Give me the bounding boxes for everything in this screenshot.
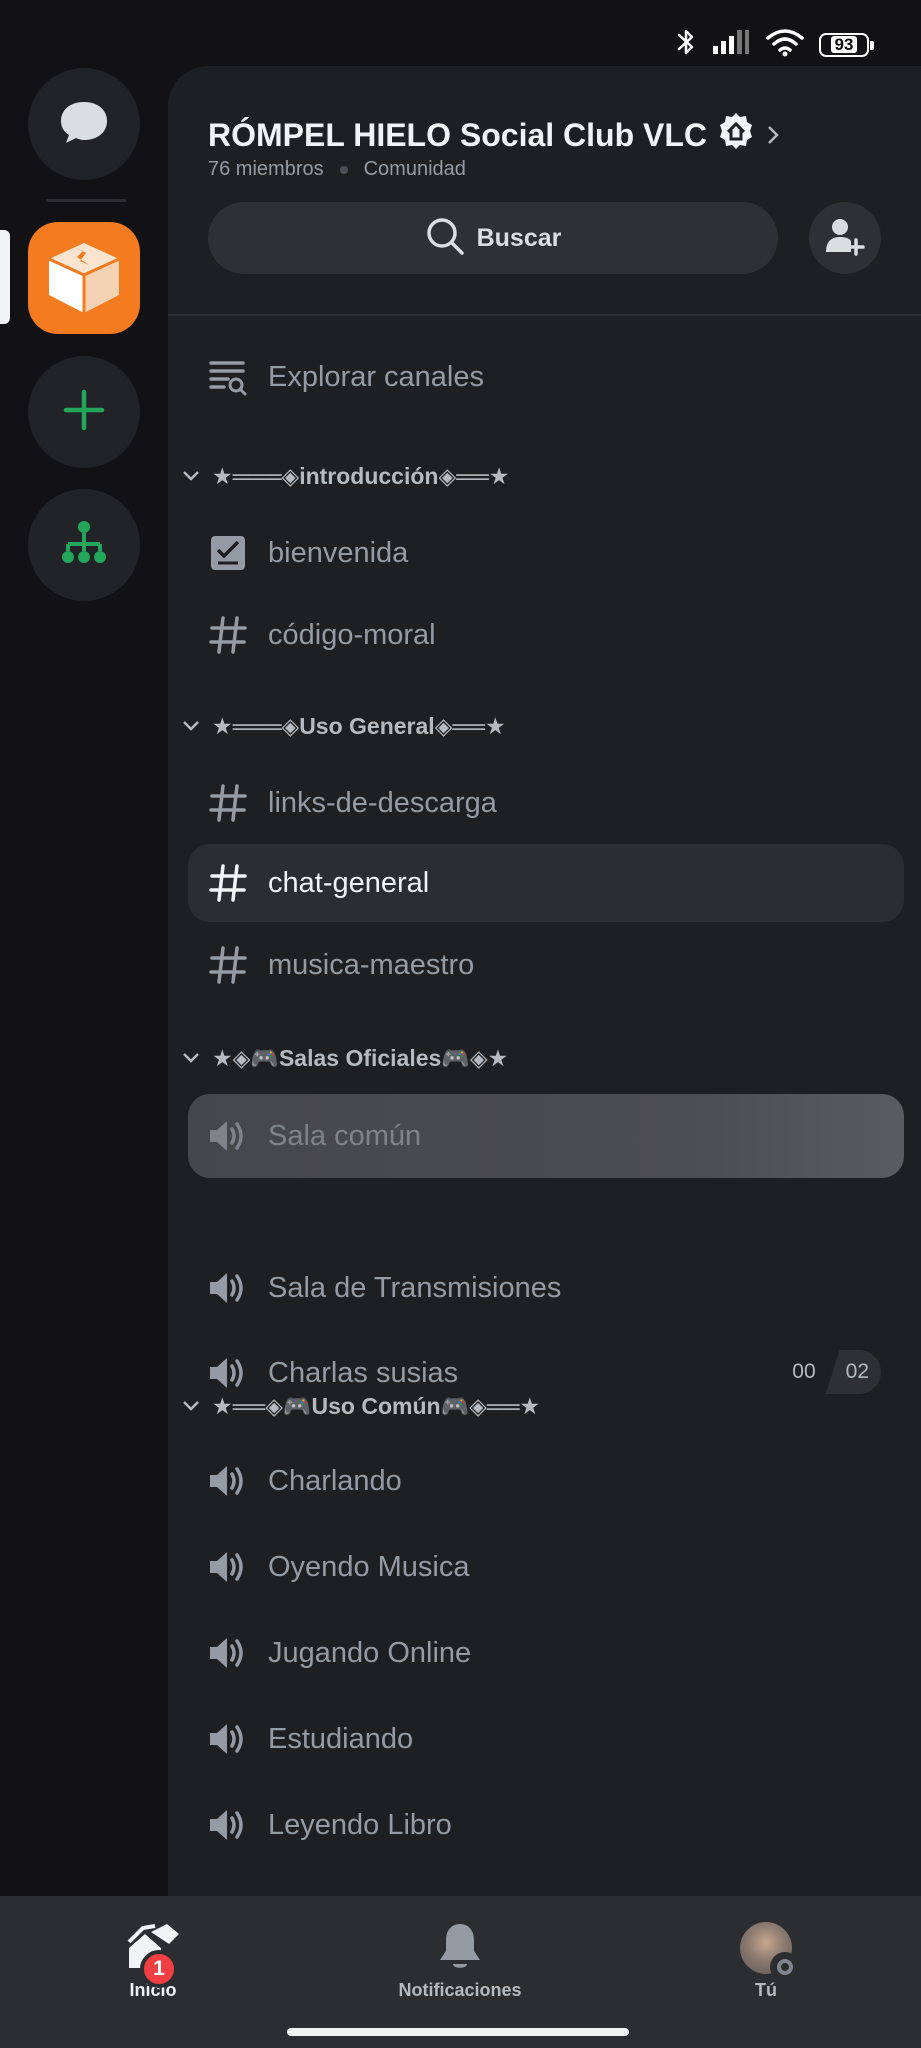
nav-home[interactable]: 1 Inicio [100,1922,206,2001]
explore-channels-row[interactable]: Explorar canales [188,338,904,416]
category-uso-comun[interactable]: ★══◈🎮Uso Común🎮◈══★ [176,1386,540,1426]
server-header[interactable]: RÓMPEL HIELO Social Club VLC [208,112,781,158]
voice-channel-leyendo-libro[interactable]: Leyendo Libro [188,1786,904,1864]
voice-user-limit: 00 02 [792,1350,881,1394]
hashtag-icon [196,864,260,902]
discover-servers-button[interactable] [28,489,140,601]
category-uso-general[interactable]: ★═══◈Uso General◈══★ [176,706,506,746]
voice-channel-oyendo-musica[interactable]: Oyendo Musica [188,1528,904,1606]
search-icon [425,216,465,261]
add-server-button[interactable] [28,356,140,468]
channel-codigo-moral[interactable]: código-moral [188,596,904,674]
channel-bienvenida[interactable]: bienvenida [188,514,904,592]
hashtag-icon [196,784,260,822]
channel-label: musica-maestro [268,948,475,981]
browse-list-icon [196,357,260,397]
category-label: ★◈🎮Salas Oficiales🎮◈★ [212,1044,509,1071]
nav-notifications[interactable]: Notificaciones [380,1922,540,2001]
chevron-down-icon [176,1052,206,1064]
server-icon-rompel-hielo[interactable] [28,222,140,334]
wifi-icon [765,27,805,62]
category-label: ★═══◈Uso General◈══★ [212,712,506,739]
chevron-down-icon [176,1400,206,1412]
channel-label: código-moral [268,618,436,651]
voice-channel-charlando[interactable]: Charlando [188,1442,904,1520]
channel-label: Sala común [268,1119,422,1152]
chevron-right-icon [765,117,781,154]
server-name: RÓMPEL HIELO Social Club VLC [208,116,708,153]
active-server-indicator [0,230,10,324]
header-divider [168,314,921,316]
bluetooth-icon [675,26,697,63]
channel-label: Sala de Transmisiones [268,1271,562,1304]
channel-panel: RÓMPEL HIELO Social Club VLC 76 miembros… [168,66,921,1896]
status-bar: 93 [0,0,921,66]
direct-messages-button[interactable] [28,68,140,180]
home-notification-badge: 1 [140,1950,178,1988]
speaker-icon [196,1462,260,1500]
category-label: ★══◈🎮Uso Común🎮◈══★ [212,1392,541,1419]
voice-user-count: 00 [792,1360,816,1383]
speaker-icon [196,1806,260,1844]
channel-label: bienvenida [268,536,409,569]
nav-notifications-label: Notificaciones [398,1980,522,2000]
speaker-icon [196,1548,260,1586]
invite-members-button[interactable] [809,202,881,274]
voice-channel-estudiando[interactable]: Estudiando [188,1700,904,1778]
category-label: ★═══◈introducción◈══★ [212,462,510,489]
channel-links-de-descarga[interactable]: links-de-descarga [188,764,904,842]
bell-icon [438,1922,482,1972]
search-label: Buscar [476,223,562,252]
nav-you-label: Tú [755,1980,777,2000]
voice-channel-sala-de-transmisiones[interactable]: Sala de Transmisiones [188,1249,904,1327]
channel-chat-general[interactable]: chat-general [188,844,904,922]
rail-divider [46,199,126,202]
chevron-down-icon [176,470,206,482]
category-salas-oficiales[interactable]: ★◈🎮Salas Oficiales🎮◈★ [176,1038,508,1078]
server-meta: 76 miembros Comunidad [208,158,466,181]
channel-musica-maestro[interactable]: musica-maestro [188,926,904,1004]
category-introduccion[interactable]: ★═══◈introducción◈══★ [176,456,509,496]
channel-label: Charlas susias [268,1356,459,1389]
hub-tree-icon [59,518,109,573]
nav-you[interactable]: Tú [730,1922,802,2001]
channel-label: Estudiando [268,1722,414,1755]
plus-icon [62,388,106,437]
community-home-icon [717,112,755,158]
voice-channel-jugando-online[interactable]: Jugando Online [188,1614,904,1692]
channel-label: chat-general [268,866,430,899]
package-box-icon [39,231,129,326]
meta-separator [339,165,348,174]
channel-label: links-de-descarga [268,786,497,819]
explore-channels-label: Explorar canales [268,360,484,393]
voice-user-limit-value: 02 [825,1350,881,1394]
rules-check-icon [196,534,260,572]
chevron-down-icon [176,720,206,732]
speaker-icon [196,1720,260,1758]
hashtag-icon [196,946,260,984]
server-type: Comunidad [363,158,466,180]
speaker-icon [196,1117,260,1155]
channel-label: Charlando [268,1464,402,1497]
hashtag-icon [196,616,260,654]
speaker-icon [196,1634,260,1672]
channel-label: Leyendo Libro [268,1808,452,1841]
battery-level: 93 [830,36,858,53]
signal-icon [711,28,751,61]
channel-label: Jugando Online [268,1636,472,1669]
chat-bubble-icon [58,98,110,151]
battery-icon: 93 [819,32,874,57]
server-rail [0,66,168,1896]
add-person-icon [825,216,865,261]
offline-status-icon [770,1952,800,1982]
channel-label: Oyendo Musica [268,1550,470,1583]
home-indicator[interactable] [287,2028,629,2036]
speaker-icon [196,1269,260,1307]
search-button[interactable]: Buscar [208,202,778,274]
member-count: 76 miembros [208,158,324,180]
bottom-navigation: 1 Inicio Notificaciones Tú [0,1896,921,2048]
voice-channel-sala-comun[interactable]: Sala común [188,1094,904,1178]
